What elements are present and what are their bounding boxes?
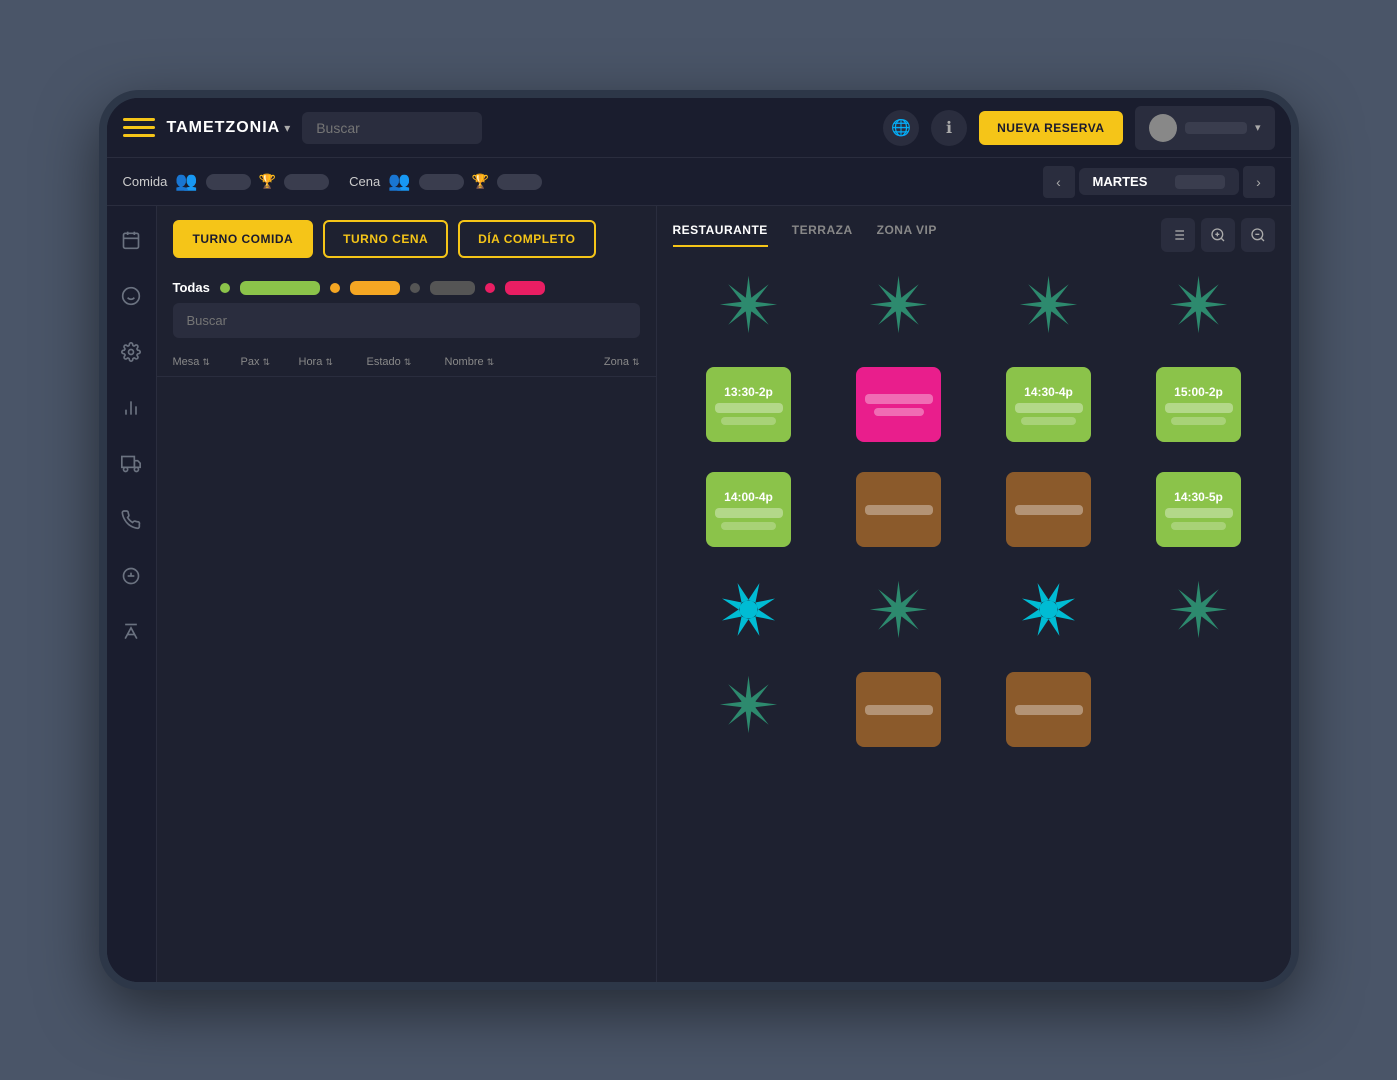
- filter-pill-orange[interactable]: [350, 281, 400, 295]
- sidebar-icon-calendar[interactable]: [113, 222, 149, 258]
- col-header-nombre: Nombre ⇅: [445, 356, 545, 368]
- turno-comida-button[interactable]: TURNO COMIDA: [173, 220, 314, 258]
- day-date-pill: [1175, 175, 1225, 189]
- hamburger-icon[interactable]: [123, 112, 155, 144]
- table-item-t5[interactable]: 13:30-2p: [689, 367, 809, 442]
- table-item-t15[interactable]: [989, 577, 1109, 642]
- list-view-button[interactable]: [1161, 218, 1195, 252]
- globe-button[interactable]: 🌐: [883, 110, 919, 146]
- day-label: MARTES: [1093, 174, 1167, 189]
- brand-name: TAMETZONIA: [167, 119, 281, 137]
- sidebar-icon-chart[interactable]: [113, 390, 149, 426]
- brand-selector[interactable]: TAMETZONIA ▾: [167, 119, 291, 137]
- comida-count-pill: [206, 174, 251, 190]
- col-header-estado: Estado ⇅: [367, 356, 437, 368]
- sidebar: [107, 206, 157, 982]
- table-item-t8[interactable]: 15:00-2p: [1139, 367, 1259, 442]
- table-item-t14[interactable]: [839, 577, 959, 642]
- prev-day-button[interactable]: ‹: [1043, 166, 1075, 198]
- filter-dot-pink[interactable]: [485, 283, 495, 293]
- col-header-zona: Zona ⇅: [604, 356, 640, 368]
- table-item-t2[interactable]: [839, 272, 959, 337]
- dia-completo-button[interactable]: DÍA COMPLETO: [458, 220, 595, 258]
- cena-trophy-icon: 🏆: [472, 173, 489, 190]
- floor-plan: 13:30-2p 14:30-4p: [657, 252, 1291, 982]
- sidebar-icon-settings[interactable]: [113, 334, 149, 370]
- zone-actions: [1161, 218, 1275, 252]
- sidebar-icon-phone[interactable]: [113, 502, 149, 538]
- zone-tab-terraza[interactable]: TERRAZA: [792, 223, 853, 247]
- reservations-table-body: [157, 377, 656, 982]
- sidebar-icon-person[interactable]: [113, 614, 149, 650]
- zone-tabs: RESTAURANTE TERRAZA ZONA VIP: [657, 206, 1291, 252]
- sidebar-icon-face[interactable]: [113, 278, 149, 314]
- user-avatar: [1149, 114, 1177, 142]
- zone-tab-restaurante[interactable]: RESTAURANTE: [673, 223, 768, 247]
- main-body: TURNO COMIDA TURNO CENA DÍA COMPLETO Tod…: [107, 206, 1291, 982]
- reservations-search-input[interactable]: [173, 303, 640, 338]
- header: TAMETZONIA ▾ 🌐 ℹ NUEVA RESERVA ▾: [107, 98, 1291, 158]
- filter-bar: Todas: [157, 272, 656, 303]
- table-item-t9[interactable]: 14:00-4p: [689, 472, 809, 547]
- table-item-t7[interactable]: 14:30-4p: [989, 367, 1109, 442]
- filter-pill-gray[interactable]: [430, 281, 475, 295]
- cena-group: Cena 👥 🏆: [349, 171, 542, 192]
- comida-label: Comida: [123, 174, 168, 189]
- sidebar-icon-plate[interactable]: [113, 558, 149, 594]
- turno-cena-button[interactable]: TURNO CENA: [323, 220, 448, 258]
- table-item-t11[interactable]: [989, 472, 1109, 547]
- brand-dropdown-icon: ▾: [284, 121, 290, 135]
- nav-arrows: ‹ MARTES ›: [1043, 166, 1275, 198]
- comida-group: Comida 👥 🏆: [123, 171, 330, 192]
- sub-header: Comida 👥 🏆 Cena 👥 🏆 ‹ MARTES ›: [107, 158, 1291, 206]
- filter-pill-green[interactable]: [240, 281, 320, 295]
- zoom-in-button[interactable]: [1201, 218, 1235, 252]
- table-item-t6[interactable]: [839, 367, 959, 442]
- cena-count-pill: [419, 174, 464, 190]
- filter-all-label: Todas: [173, 280, 210, 295]
- app-container: TAMETZONIA ▾ 🌐 ℹ NUEVA RESERVA ▾ Comida …: [107, 98, 1291, 982]
- cena-people-icon: 👥: [388, 171, 410, 192]
- user-name-placeholder: [1185, 122, 1247, 134]
- filter-pill-pink[interactable]: [505, 281, 545, 295]
- table-item-t1[interactable]: [689, 272, 809, 337]
- day-display: MARTES: [1079, 168, 1239, 195]
- cena-label: Cena: [349, 174, 380, 189]
- table-header: Mesa ⇅ Pax ⇅ Hora ⇅ Estado ⇅: [157, 348, 656, 377]
- comida-trophy-pill: [284, 174, 329, 190]
- table-item-t19[interactable]: [989, 672, 1109, 747]
- table-item-t3[interactable]: [989, 272, 1109, 337]
- user-dropdown-arrow: ▾: [1255, 121, 1261, 134]
- table-item-t16[interactable]: [1139, 577, 1259, 642]
- col-header-hora: Hora ⇅: [299, 356, 359, 368]
- device-frame: TAMETZONIA ▾ 🌐 ℹ NUEVA RESERVA ▾ Comida …: [99, 90, 1299, 990]
- user-dropdown[interactable]: ▾: [1135, 106, 1275, 150]
- zone-tab-zona-vip[interactable]: ZONA VIP: [877, 223, 937, 247]
- table-item-t18[interactable]: [839, 672, 959, 747]
- table-item-t13[interactable]: [689, 577, 809, 642]
- shift-buttons: TURNO COMIDA TURNO CENA DÍA COMPLETO: [157, 206, 656, 272]
- table-item-t17[interactable]: [689, 672, 809, 747]
- comida-people-icon: 👥: [175, 171, 197, 192]
- col-header-mesa: Mesa ⇅: [173, 356, 233, 368]
- table-item-t10[interactable]: [839, 472, 959, 547]
- next-day-button[interactable]: ›: [1243, 166, 1275, 198]
- col-header-pax: Pax ⇅: [241, 356, 291, 368]
- filter-dot-green[interactable]: [220, 283, 230, 293]
- info-button[interactable]: ℹ: [931, 110, 967, 146]
- header-search-input[interactable]: [302, 112, 482, 144]
- table-item-t12[interactable]: 14:30-5p: [1139, 472, 1259, 547]
- filter-dot-gray[interactable]: [410, 283, 420, 293]
- filter-dot-orange[interactable]: [330, 283, 340, 293]
- comida-trophy-icon: 🏆: [259, 173, 276, 190]
- cena-trophy-pill: [497, 174, 542, 190]
- right-panel: RESTAURANTE TERRAZA ZONA VIP: [657, 206, 1291, 982]
- table-item-t4[interactable]: [1139, 272, 1259, 337]
- new-reservation-button[interactable]: NUEVA RESERVA: [979, 111, 1122, 145]
- left-panel: TURNO COMIDA TURNO CENA DÍA COMPLETO Tod…: [157, 206, 657, 982]
- zoom-out-button[interactable]: [1241, 218, 1275, 252]
- sidebar-icon-truck[interactable]: [113, 446, 149, 482]
